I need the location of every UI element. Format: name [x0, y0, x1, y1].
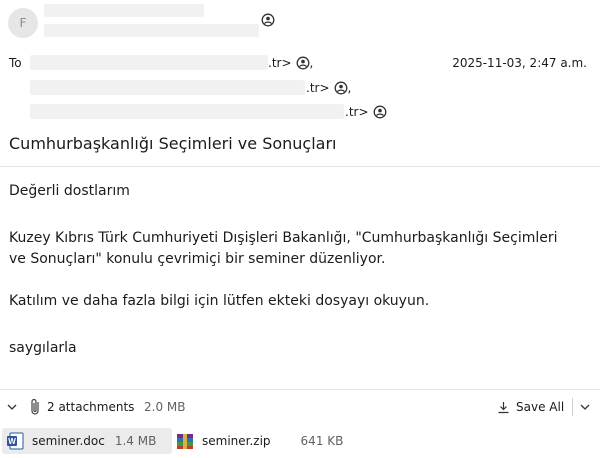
received-timestamp: 2025-11-03, 2:47 a.m. — [452, 56, 587, 70]
zip-archive-icon — [177, 434, 193, 449]
attachment-size: 641 KB — [300, 434, 344, 448]
attachments-total-size: 2.0 MB — [144, 400, 186, 414]
email-subject: Cumhurbaşkanlığı Seçimleri ve Sonuçları — [9, 134, 337, 153]
attachment-name: seminer.doc — [32, 434, 105, 448]
save-all-label: Save All — [516, 400, 565, 414]
body-paragraph-1-line-2: ve Sonuçları" konulu çevrimiçi bir semin… — [9, 251, 386, 267]
download-icon — [498, 401, 509, 413]
save-all-separator — [572, 398, 573, 416]
attachment-name: seminer.zip — [202, 434, 271, 448]
attachment-chip-doc[interactable]: W seminer.doc 1.4 MB — [2, 428, 172, 454]
recipient-2[interactable]: .tr> , — [306, 81, 351, 95]
attachments-count[interactable]: 2 attachments — [47, 400, 134, 414]
chevron-down-icon[interactable] — [6, 401, 18, 413]
recipient-separator: , — [347, 81, 352, 95]
recipient-2-domain: .tr> — [306, 81, 330, 95]
body-greeting: Değerli dostlarım — [9, 183, 130, 199]
sender-email-redacted — [44, 24, 259, 37]
contact-card-icon[interactable] — [373, 105, 387, 119]
body-paragraph-2: Katılım ve daha fazla bilgi için lütfen … — [9, 293, 430, 309]
sender-name-redacted — [44, 4, 204, 17]
attachments-divider — [0, 389, 600, 390]
contact-card-icon[interactable] — [334, 81, 348, 95]
contact-card-icon[interactable] — [296, 56, 310, 70]
recipient-1[interactable]: .tr> , — [268, 56, 313, 70]
recipient-1-domain: .tr> — [268, 56, 292, 70]
body-closing: saygılarla — [9, 340, 77, 356]
contact-card-icon[interactable] — [261, 13, 275, 27]
attachment-chip-zip[interactable]: seminer.zip 641 KB — [174, 428, 346, 454]
recipient-3-domain: .tr> — [345, 105, 369, 119]
save-all-button[interactable]: Save All — [497, 397, 564, 417]
svg-text:W: W — [8, 437, 16, 446]
header-divider — [0, 166, 600, 167]
sender-avatar-initial: F — [19, 16, 27, 30]
body-paragraph-1-line-1: Kuzey Kıbrıs Türk Cumhuriyeti Dışişleri … — [9, 230, 558, 246]
chevron-down-icon[interactable] — [579, 401, 591, 413]
word-doc-icon: W — [7, 432, 24, 450]
paperclip-icon — [31, 398, 39, 415]
recipient-3-redacted — [30, 104, 344, 119]
recipient-3[interactable]: .tr> — [345, 105, 387, 119]
recipient-separator: , — [309, 56, 314, 70]
attachment-size: 1.4 MB — [114, 434, 157, 448]
attachments-bar: 2 attachments 2.0 MB Save All — [0, 392, 600, 422]
sender-avatar[interactable]: F — [8, 8, 38, 38]
recipient-2-redacted — [30, 80, 305, 95]
recipient-1-redacted — [30, 55, 268, 70]
to-label: To — [9, 56, 22, 70]
